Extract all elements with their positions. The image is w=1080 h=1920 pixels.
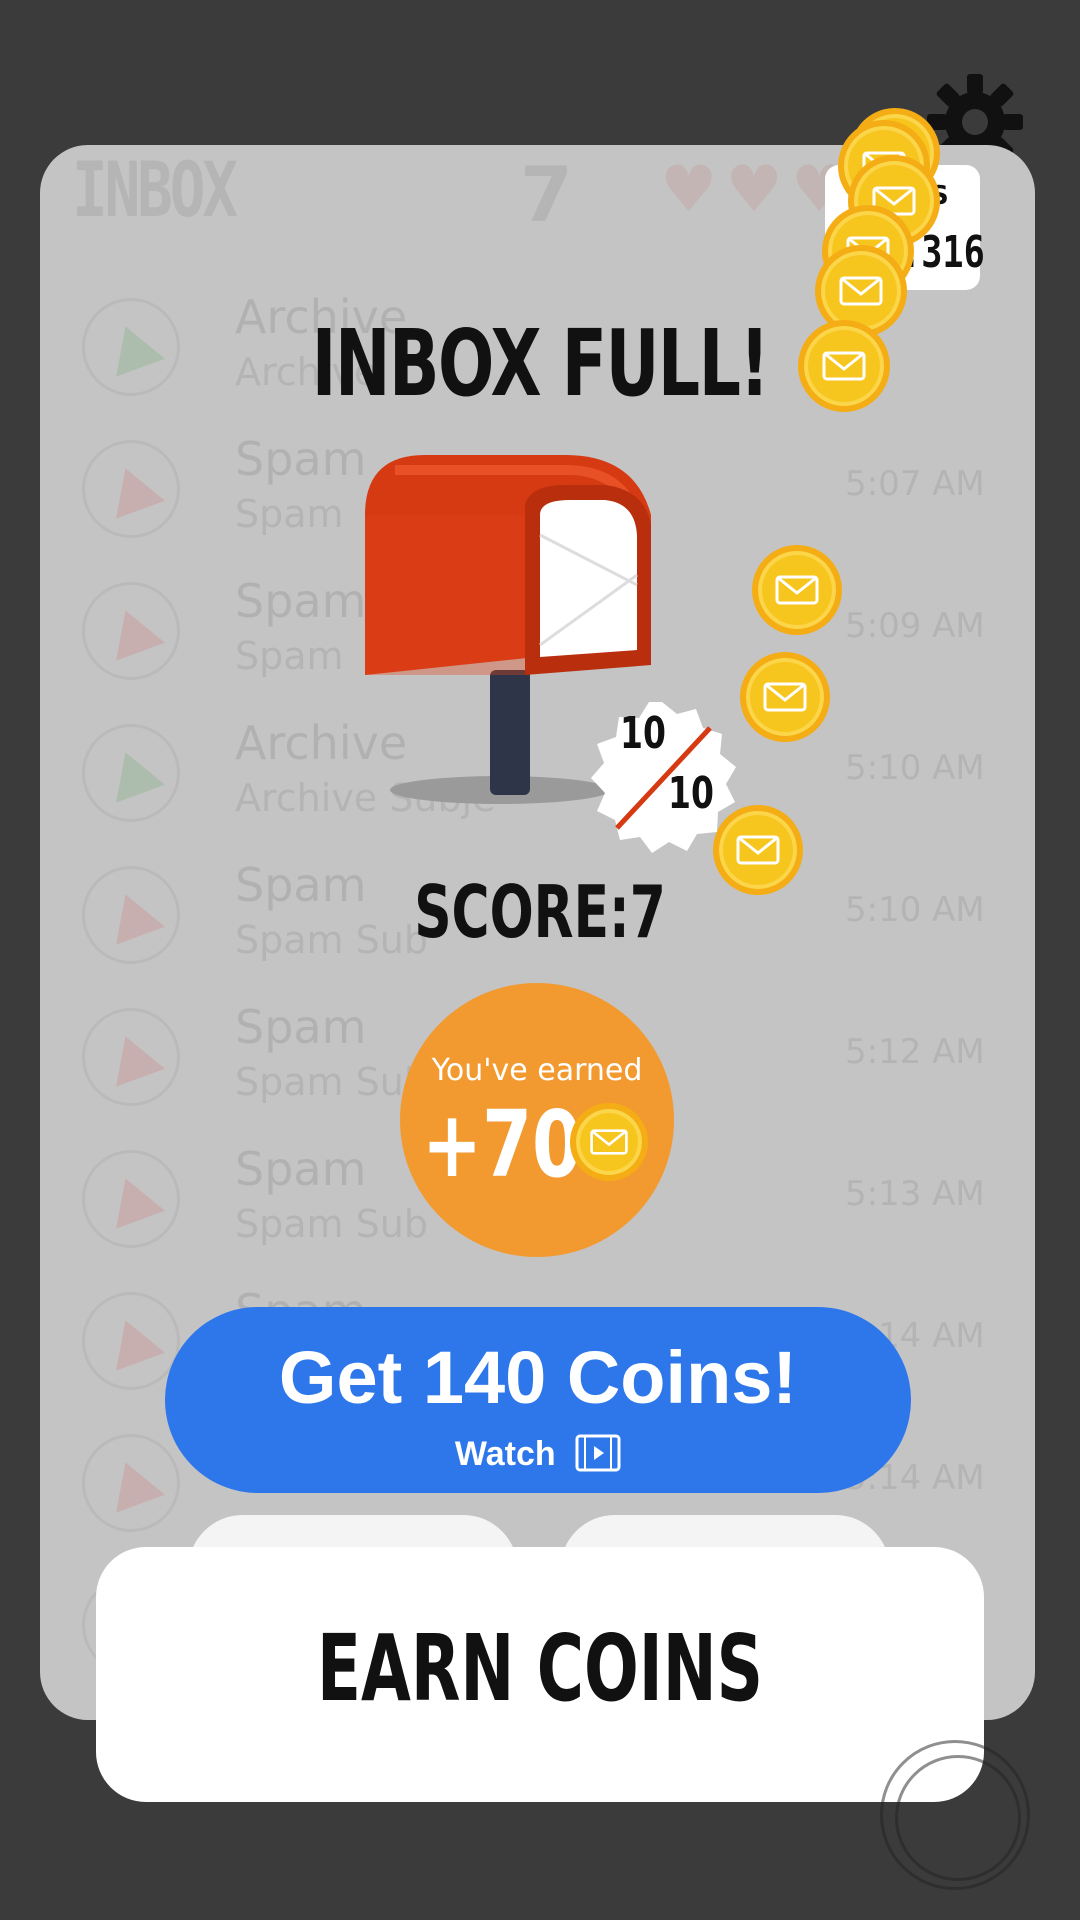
coin-icon — [752, 545, 842, 635]
email-time: 5:13 AM — [845, 1174, 985, 1214]
earned-coins-badge: You've earned +70 — [400, 983, 674, 1257]
paper-plane-icon — [82, 582, 180, 680]
email-time: 5:09 AM — [845, 606, 985, 646]
trash-icon — [880, 1740, 1030, 1890]
email-subject: Spam Sub — [235, 1060, 428, 1104]
email-time: 5:07 AM — [845, 464, 985, 504]
watch-ad-button[interactable]: Get 140 Coins! Watch — [165, 1307, 911, 1493]
paper-plane-icon — [82, 1008, 180, 1106]
watch-text: Watch — [454, 1435, 556, 1473]
earn-coins-button[interactable]: EARN COINS — [96, 1547, 984, 1802]
video-play-icon — [575, 1434, 621, 1472]
email-subject: Spam Sub — [235, 1202, 428, 1246]
badge-denominator: 10 — [668, 768, 714, 819]
coin-icon — [740, 652, 830, 742]
final-score: SCORE:7 — [414, 870, 666, 954]
email-subject: Spam — [235, 492, 344, 536]
header-score: 7 — [520, 150, 573, 239]
paper-plane-icon — [82, 724, 180, 822]
email-folder: Spam — [235, 1142, 367, 1196]
badge-numerator: 10 — [620, 708, 666, 759]
inbox-title: INBOX — [72, 145, 238, 234]
email-time: 5:10 AM — [845, 748, 985, 788]
inbox-full-title: INBOX FULL! — [311, 310, 770, 417]
email-time: 5:12 AM — [845, 1032, 985, 1072]
paper-plane-icon — [82, 1150, 180, 1248]
earned-label: You've earned — [431, 1053, 643, 1088]
paper-plane-icon — [82, 440, 180, 538]
email-subject: Spam — [235, 634, 344, 678]
email-folder: Spam — [235, 1000, 367, 1054]
watch-button-sublabel: Watch — [165, 1434, 911, 1475]
earn-coins-label: EARN COINS — [316, 1615, 763, 1722]
earned-value: +70 — [422, 1091, 582, 1198]
coin-icon — [570, 1103, 648, 1181]
email-folder: Spam — [235, 432, 367, 486]
email-folder: Spam — [235, 574, 367, 628]
watch-button-label: Get 140 Coins! — [278, 1336, 798, 1419]
